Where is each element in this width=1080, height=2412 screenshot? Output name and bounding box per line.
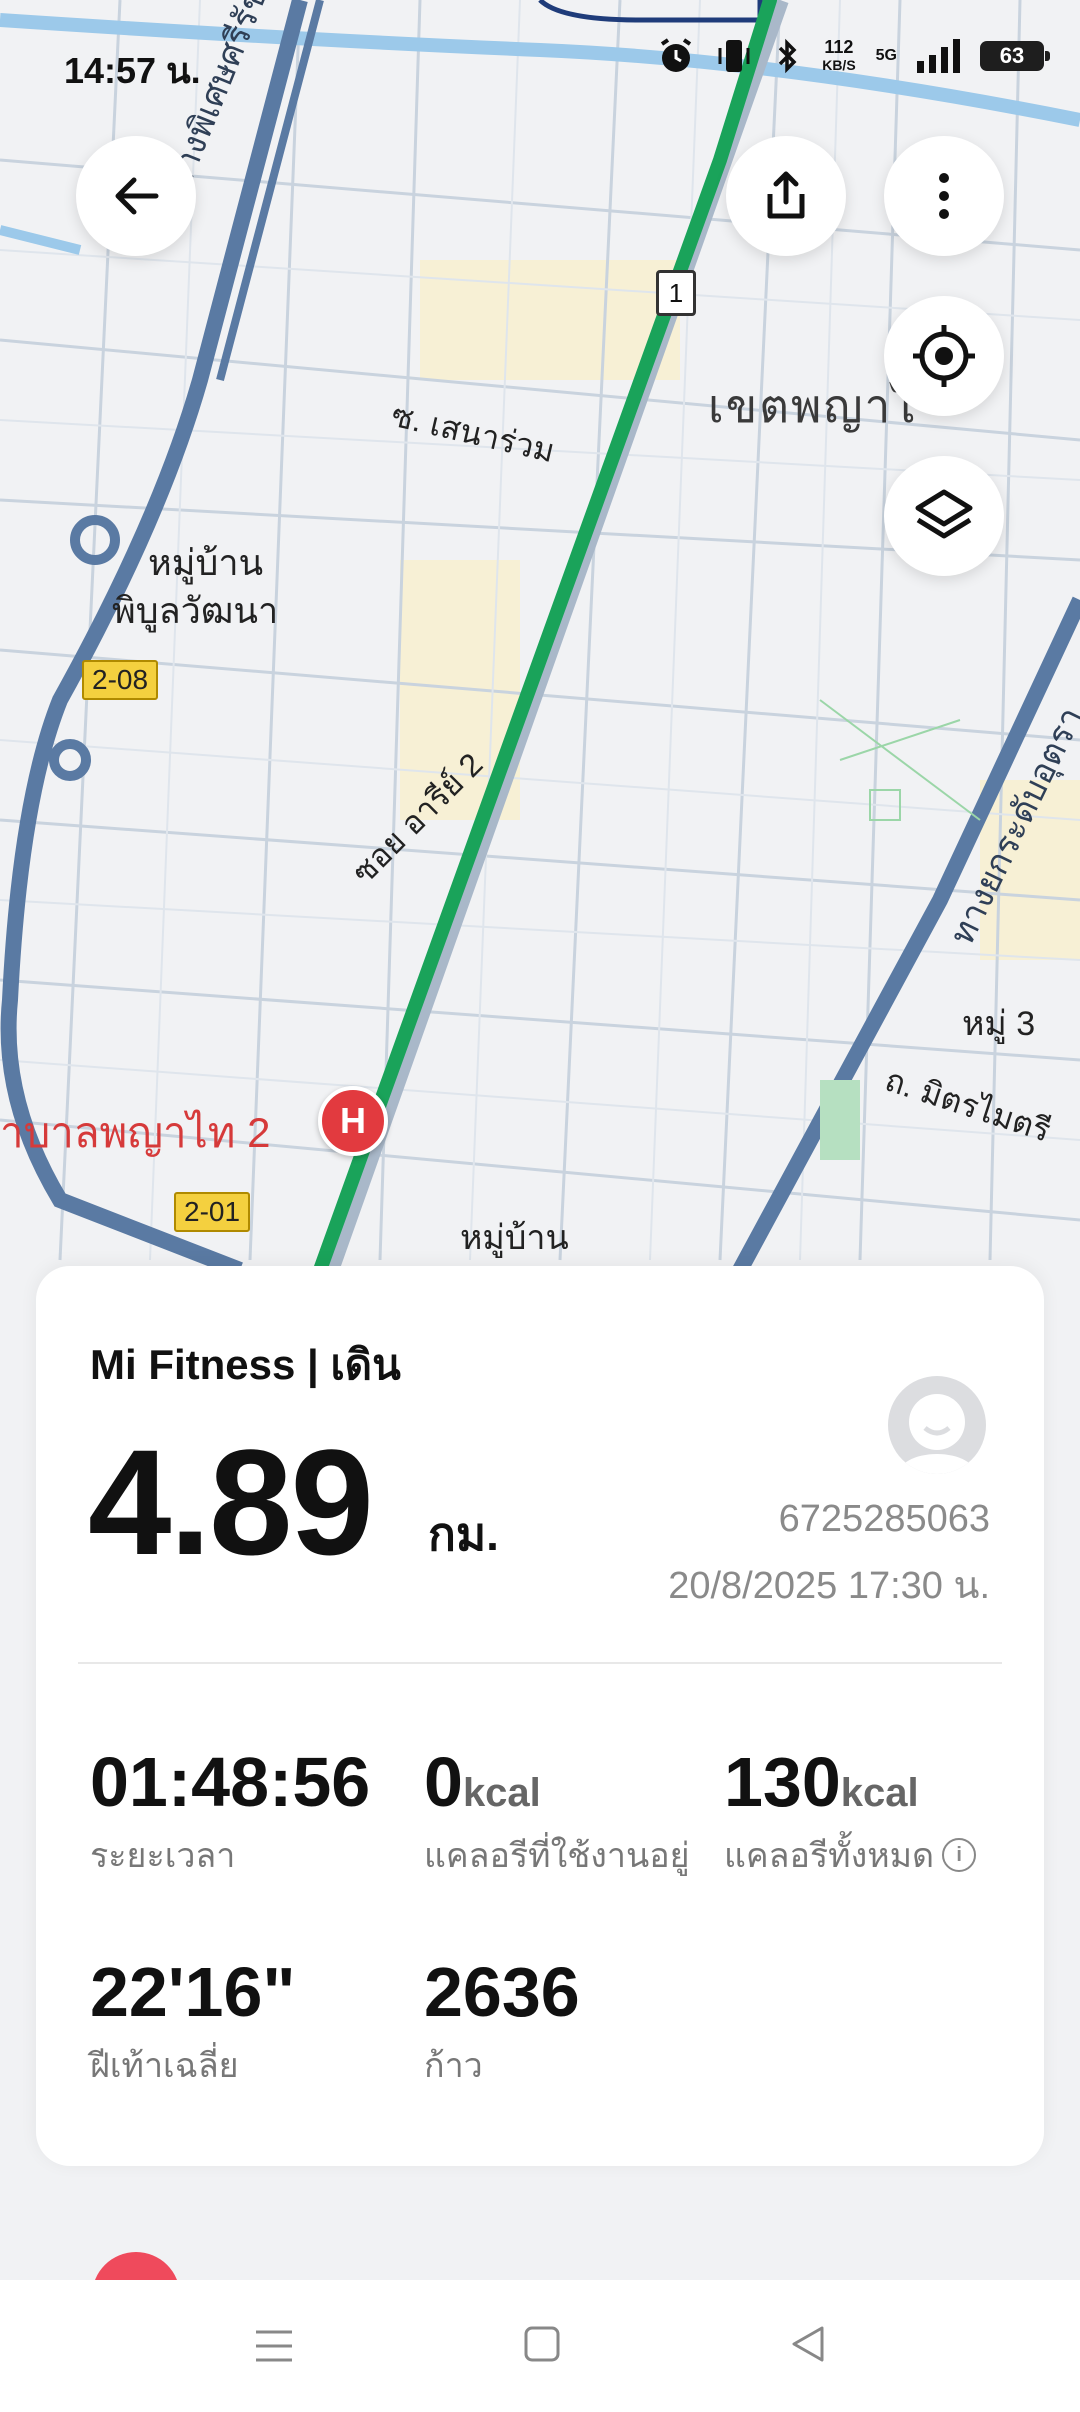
stat-duration: 01:48:56 ระยะเวลา bbox=[90, 1743, 371, 1875]
workout-summary-card: Mi Fitness | เดิน 4.89 กม. 6725285063 20… bbox=[36, 1266, 1044, 2166]
stat-active-calories: 0kcal แคลอรีที่ใช้งานอยู่ bbox=[424, 1743, 690, 1875]
village-label: พิบูลวัฒนา bbox=[112, 590, 279, 631]
battery-icon: 63 bbox=[980, 41, 1050, 71]
more-vertical-icon bbox=[939, 173, 949, 219]
hospital-label: าบาลพญาไท 2 bbox=[0, 1109, 271, 1156]
divider bbox=[78, 1662, 1002, 1664]
stat-steps: 2636 ก้าว bbox=[424, 1953, 580, 2085]
share-icon bbox=[767, 171, 805, 219]
bluetooth-icon bbox=[778, 38, 797, 74]
alarm-icon bbox=[661, 38, 692, 72]
network-type: 5G bbox=[875, 47, 897, 64]
layers-button[interactable] bbox=[884, 456, 1004, 576]
vibrate-icon bbox=[718, 40, 750, 72]
target-icon bbox=[913, 325, 975, 387]
hospital-marker[interactable]: H bbox=[318, 1086, 388, 1156]
back-icon[interactable] bbox=[788, 2324, 828, 2364]
hospital-letter: H bbox=[340, 1100, 366, 1141]
stat-avg-pace: 22'16" ฝีเท้าเฉลี่ย bbox=[90, 1953, 296, 2085]
distance-value: 4.89 bbox=[88, 1418, 374, 1586]
user-avatar-icon bbox=[897, 1394, 977, 1474]
route-number: 1 bbox=[668, 278, 684, 308]
activity-source: Mi Fitness | เดิน bbox=[90, 1341, 401, 1388]
status-time: 14:57 น. bbox=[64, 50, 201, 91]
workout-datetime: 20/8/2025 17:30 น. bbox=[668, 1565, 990, 1607]
home-icon[interactable] bbox=[522, 2324, 562, 2364]
back-arrow-icon bbox=[115, 177, 159, 215]
back-button[interactable] bbox=[76, 136, 196, 256]
locate-button[interactable] bbox=[884, 296, 1004, 416]
village-label: หมู่บ้าน bbox=[460, 1219, 569, 1257]
info-icon[interactable]: i bbox=[942, 1838, 977, 1872]
expressway-tag: 2-08 bbox=[82, 660, 159, 700]
layers-icon bbox=[915, 489, 973, 539]
user-id: 6725285063 bbox=[778, 1498, 990, 1540]
route-shield: 1 bbox=[656, 270, 696, 316]
signal-icon bbox=[917, 39, 960, 73]
system-nav-bar bbox=[0, 2280, 1080, 2412]
stat-total-calories: 130kcal แคลอรีทั้งหมด i bbox=[724, 1742, 977, 1882]
share-button[interactable] bbox=[726, 136, 846, 256]
expressway-tag: 2-01 bbox=[174, 1192, 251, 1232]
status-bar: 14:57 น. 112 KB/S 5G 63 bbox=[0, 0, 1080, 120]
district-label: เขตพญาไ bbox=[708, 380, 918, 432]
more-button[interactable] bbox=[884, 136, 1004, 256]
distance-unit: กม. bbox=[428, 1508, 499, 1560]
menu-icon[interactable] bbox=[252, 2326, 296, 2366]
net-speed: 112 KB/S bbox=[822, 37, 856, 73]
area-label: หมู่ 3 bbox=[962, 1005, 1036, 1043]
avatar[interactable] bbox=[888, 1376, 986, 1474]
